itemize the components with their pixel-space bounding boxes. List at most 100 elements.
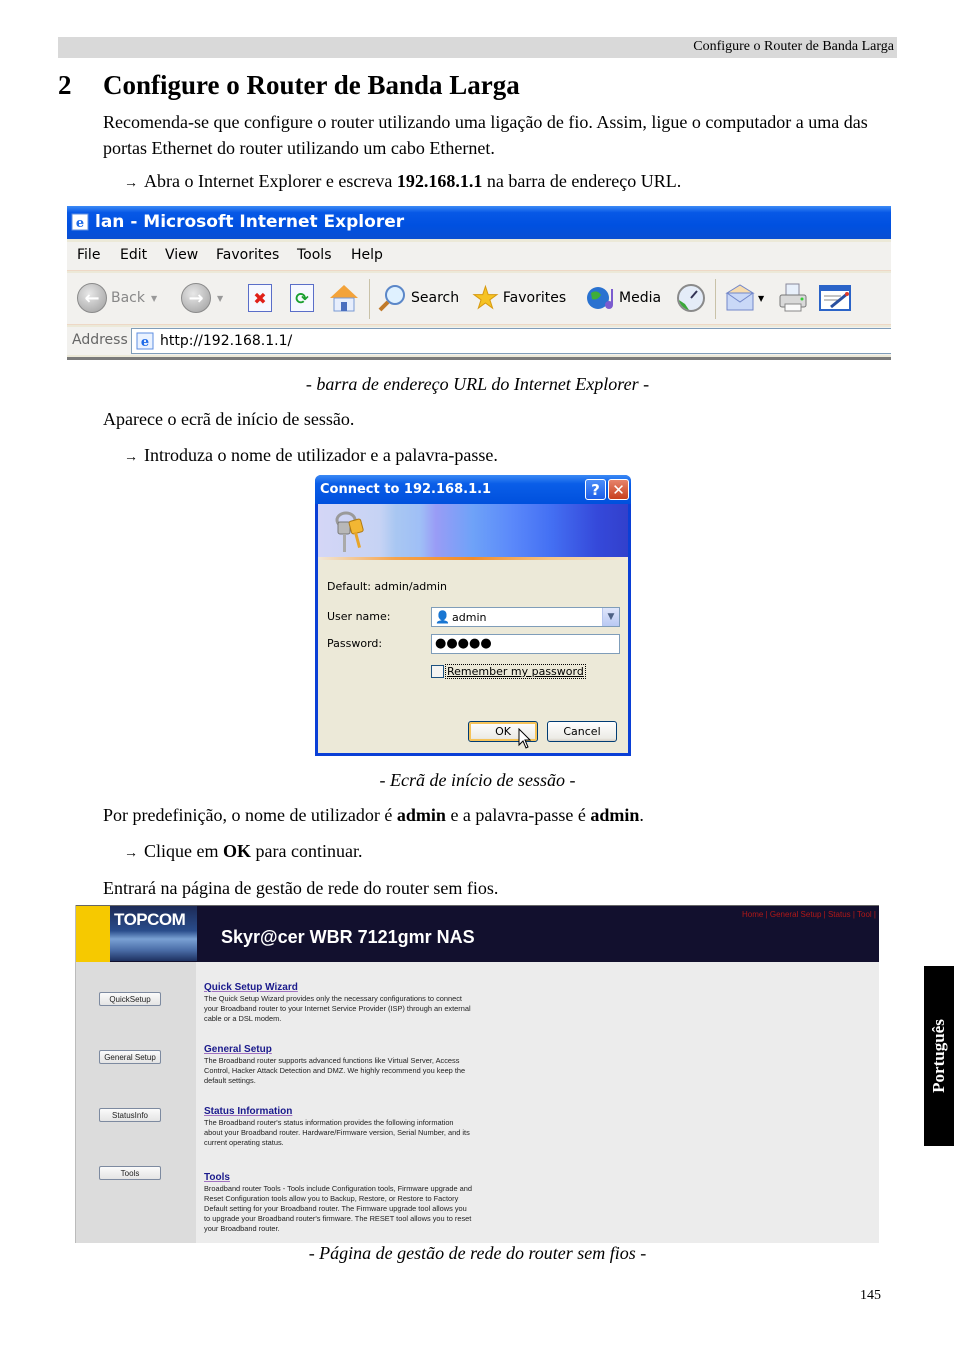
login-appears-text: Aparece o ecrã de início de sessão. (103, 409, 355, 429)
favorites-label: Favorites (502, 290, 567, 306)
dialog-title-bar: Connect to 192.168.1.1 ? ✕ (315, 475, 631, 504)
arrow-icon: → (124, 450, 138, 465)
brand-yellow-bar (76, 906, 110, 963)
language-label: Português (929, 1019, 948, 1093)
ie-title-bar: e lan - Microsoft Internet Explorer (67, 206, 891, 239)
status-information-link[interactable]: Status Information (204, 1106, 474, 1117)
media-button[interactable]: Media (585, 282, 661, 314)
section-title: Configure o Router de Banda Larga (103, 70, 520, 100)
remember-password-checkbox[interactable] (431, 665, 444, 678)
section-quick-setup: Quick Setup Wizard The Quick Setup Wizar… (204, 982, 474, 1024)
close-button[interactable]: ✕ (608, 479, 629, 500)
media-globe-icon (587, 287, 613, 309)
stop-icon: ✖ (248, 284, 272, 312)
ip-address: 192.168.1.1 (396, 171, 483, 191)
edit-page-icon (819, 285, 851, 311)
step-click-ok: → Clique em OK para continuar. (124, 841, 362, 862)
quicksetup-button[interactable]: QuickSetup (99, 992, 161, 1006)
section-tools: Tools Broadband router Tools - Tools inc… (204, 1172, 474, 1234)
statusinfo-button[interactable]: StatusInfo (99, 1108, 161, 1122)
tools-button[interactable]: Tools (99, 1166, 161, 1180)
section-heading: 2 Configure o Router de Banda Larga (58, 70, 520, 101)
ie-window: e lan - Microsoft Internet Explorer File… (67, 206, 891, 360)
password-label: Password: (327, 637, 383, 650)
product-name: Skyr@cer WBR 7121gmr NAS (221, 927, 475, 947)
step-text: para continuar. (251, 841, 363, 861)
toolbar-separator (715, 279, 716, 319)
section-status-information: Status Information The Broadband router'… (204, 1106, 474, 1148)
menu-file[interactable]: File (77, 247, 100, 263)
step-open-ie: → Abra o Internet Explorer e escreva 192.… (124, 171, 681, 192)
svg-text:e: e (141, 335, 149, 350)
forward-arrow-icon: → (181, 283, 211, 313)
quick-setup-link[interactable]: Quick Setup Wizard (204, 982, 474, 993)
password-field[interactable]: ●●●●● (431, 634, 620, 654)
toolbar-separator (369, 279, 370, 319)
menu-favorites[interactable]: Favorites (216, 247, 279, 263)
mail-button[interactable]: ▼ (725, 282, 764, 314)
home-icon (330, 285, 358, 312)
section-number: 2 (58, 70, 72, 100)
language-side-tab: Português (924, 966, 954, 1146)
search-label: Search (411, 290, 460, 306)
general-setup-link[interactable]: General Setup (204, 1044, 474, 1055)
search-button[interactable]: Search (377, 282, 459, 314)
remember-password-label[interactable]: Remember my password (445, 664, 586, 679)
caption-login-screen: - Ecrã de início de sessão - (379, 770, 576, 790)
router-top-nav[interactable]: Home | General Setup | Status | Tool | (742, 910, 876, 919)
topcom-logo: TOPCOM (110, 906, 197, 961)
general-setup-desc: The Broadband router supports advanced f… (204, 1056, 466, 1085)
help-icon: ? (591, 480, 600, 499)
address-input[interactable]: e http://192.168.1.1/ (131, 328, 891, 354)
login-dialog: Connect to 192.168.1.1 ? ✕ Default: admi… (315, 475, 631, 756)
svg-text:e: e (76, 216, 84, 231)
ie-title: lan - Microsoft Internet Explorer (95, 212, 405, 232)
printer-icon (779, 283, 807, 312)
menu-view[interactable]: View (165, 247, 198, 263)
edit-button[interactable] (819, 282, 851, 314)
username-combo[interactable]: 👤 admin ▼ (431, 607, 620, 627)
general-setup-button[interactable]: General Setup (99, 1050, 161, 1064)
address-value: http://192.168.1.1/ (160, 333, 293, 349)
router-page: TOPCOM Skyr@cer WBR 7121gmr NAS Home | G… (75, 905, 879, 1243)
dropdown-arrow-icon: ▼ (151, 293, 158, 303)
refresh-icon: ⟳ (290, 284, 314, 312)
username-label: User name: (327, 610, 391, 623)
favorites-button[interactable]: ★ Favorites (472, 280, 567, 316)
home-button[interactable] (328, 282, 360, 314)
favorites-star-icon: ★ (472, 280, 500, 316)
dropdown-arrow-icon: ▼ (217, 293, 224, 303)
menu-tools[interactable]: Tools (297, 247, 332, 263)
ie-address-bar: Address e http://192.168.1.1/ (67, 327, 891, 355)
password-mask: ●●●●● (435, 636, 492, 651)
tools-desc: Broadband router Tools - Tools include C… (204, 1184, 472, 1233)
section-general-setup: General Setup The Broadband router suppo… (204, 1044, 474, 1086)
media-label: Media (619, 290, 662, 306)
quick-setup-desc: The Quick Setup Wizard provides only the… (204, 994, 471, 1023)
history-button[interactable] (675, 282, 707, 314)
back-arrow-icon: ← (77, 283, 107, 313)
menu-edit[interactable]: Edit (120, 247, 147, 263)
ie-logo-icon: e (71, 213, 89, 231)
menu-help[interactable]: Help (351, 247, 383, 263)
enter-page-text: Entrará na página de gestão de rede do r… (103, 878, 499, 898)
router-header: TOPCOM Skyr@cer WBR 7121gmr NAS Home | G… (76, 905, 879, 963)
ie-toolbar: ← Back ▼ → ▼ ✖ ⟳ Search ★ Favorites Medi… (67, 273, 891, 325)
default-username: admin (396, 805, 446, 825)
close-icon: ✕ (612, 480, 625, 499)
ok-bold: OK (223, 841, 252, 861)
dialog-body: Default: admin/admin User name: 👤 admin … (318, 560, 628, 753)
text: . (639, 805, 644, 825)
default-password: admin (590, 805, 640, 825)
refresh-button[interactable]: ⟳ (290, 282, 314, 314)
stop-button[interactable]: ✖ (248, 282, 272, 314)
arrow-icon: → (124, 846, 138, 861)
forward-button[interactable]: → ▼ (181, 282, 223, 314)
print-button[interactable] (777, 282, 809, 314)
chevron-down-icon[interactable]: ▼ (602, 608, 619, 626)
cancel-button[interactable]: Cancel (547, 721, 617, 742)
help-button[interactable]: ? (585, 479, 606, 500)
status-information-desc: The Broadband router's status informatio… (204, 1118, 470, 1147)
back-button[interactable]: ← Back ▼ (77, 282, 157, 314)
tools-link[interactable]: Tools (204, 1172, 474, 1183)
